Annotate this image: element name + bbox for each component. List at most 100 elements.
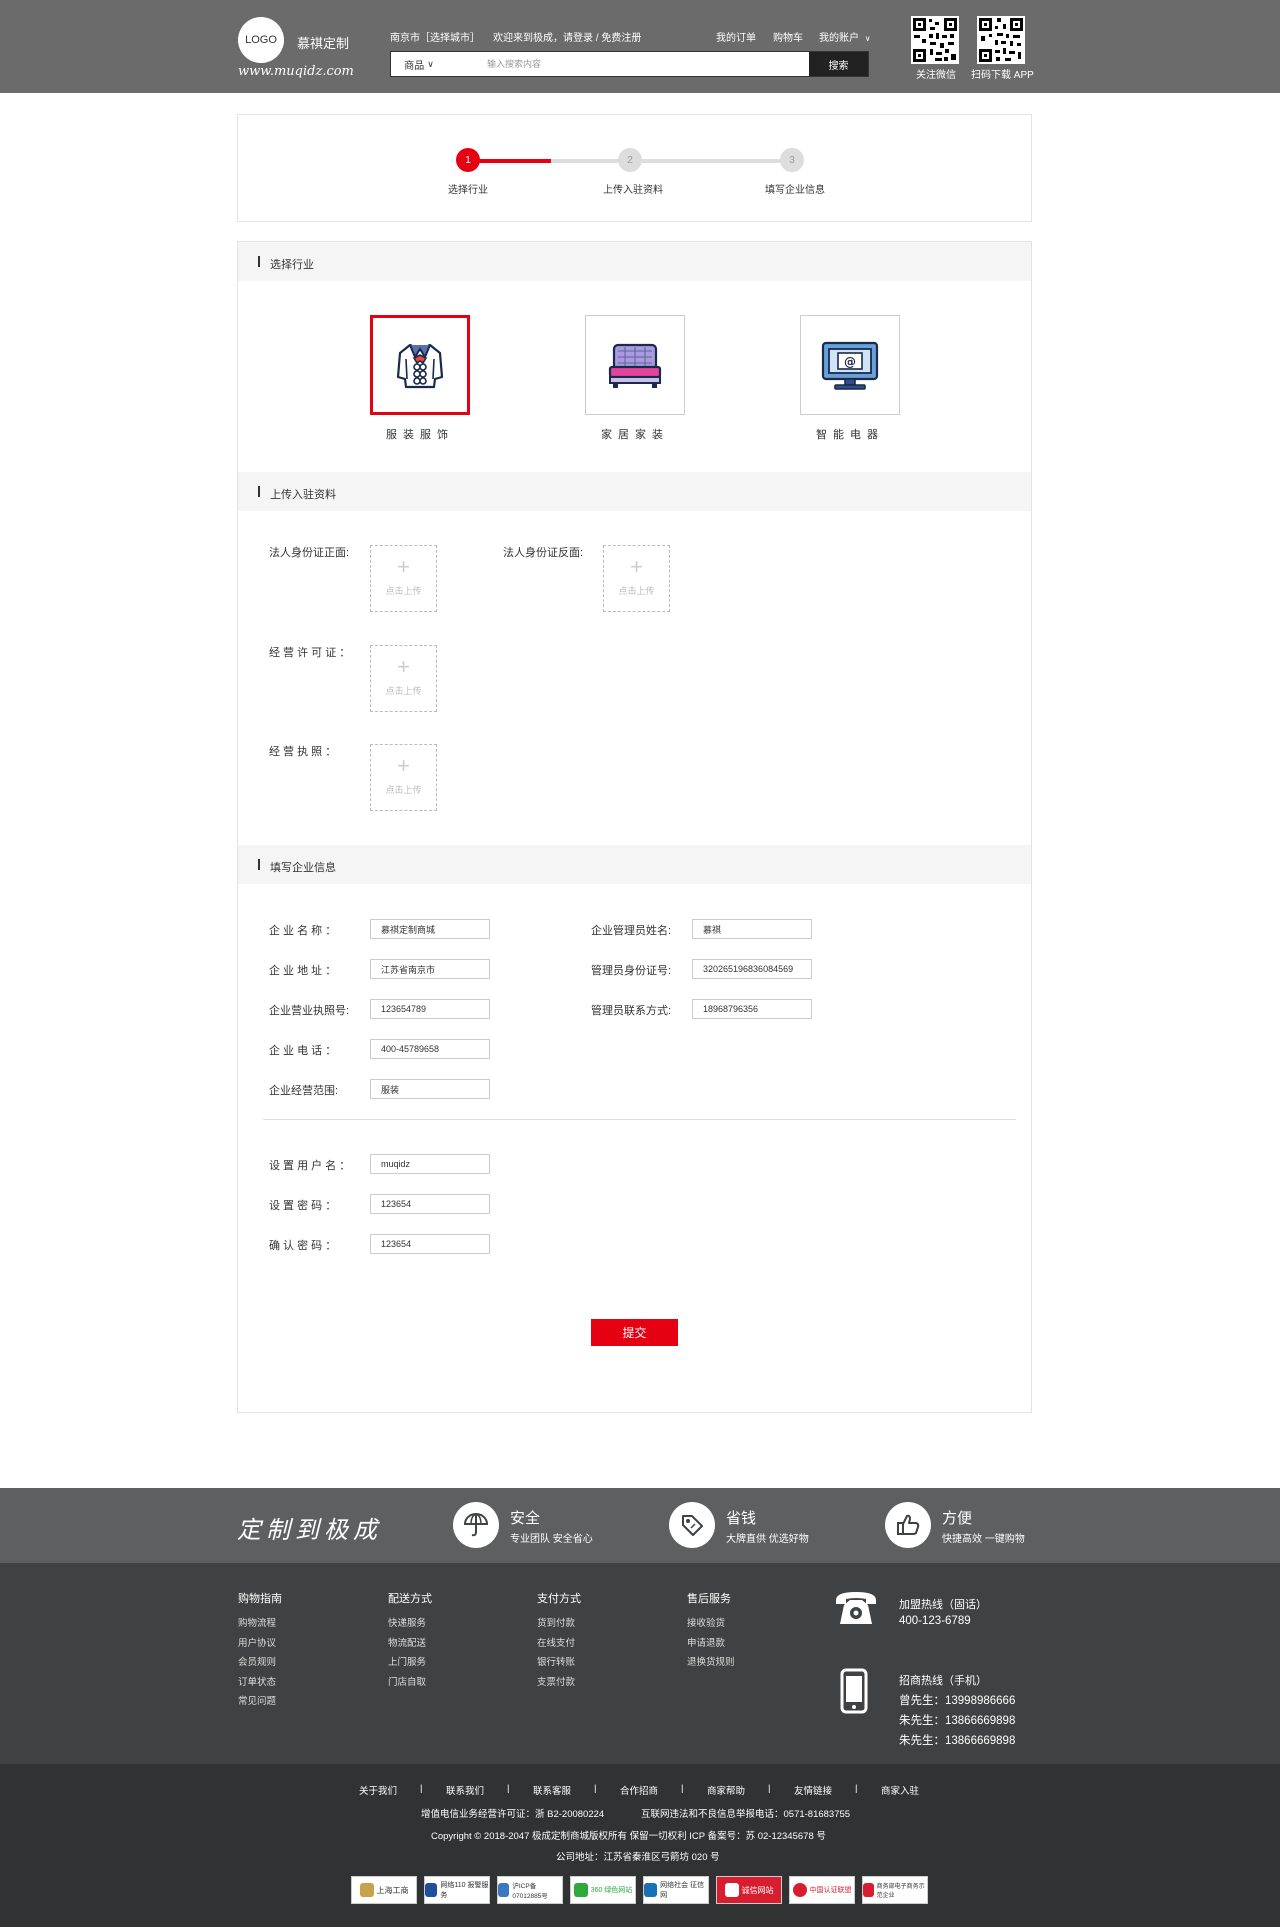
company-phone-label: 企 业 电 话 ： bbox=[269, 1045, 337, 1057]
feature-desc: 专业团队 安全省心 bbox=[510, 1534, 593, 1545]
admin-contact-label: 管理员联系方式: bbox=[591, 1005, 672, 1017]
footer-link[interactable]: 支票付款 bbox=[537, 1674, 575, 1688]
footer-link[interactable]: 物流配送 bbox=[388, 1635, 426, 1649]
confirm-password-input[interactable] bbox=[370, 1234, 490, 1254]
upload-hint: 点击上传 bbox=[385, 785, 422, 795]
industry-option-appliances[interactable]: @ bbox=[800, 315, 900, 415]
industry-label-home: 家居家装 bbox=[601, 429, 669, 441]
step-2-label: 上传入驻资料 bbox=[603, 185, 663, 196]
cart-link[interactable]: 购物车 bbox=[773, 29, 803, 44]
admin-contact-input[interactable] bbox=[692, 999, 812, 1019]
footer-link[interactable]: 上门服务 bbox=[388, 1654, 426, 1668]
company-name-input[interactable] bbox=[370, 919, 490, 939]
plus-icon: + bbox=[397, 554, 410, 579]
footer-link-about[interactable]: 关于我们 bbox=[359, 1783, 397, 1797]
admin-id-input[interactable] bbox=[692, 959, 812, 979]
password-input[interactable] bbox=[370, 1194, 490, 1214]
badge-label: 商务部电子商务示范企业 bbox=[876, 1884, 925, 1899]
operating-permit-label: 经 营 许 可 证 ： bbox=[269, 647, 351, 659]
badge-label: 中国认证联盟 bbox=[809, 1887, 852, 1894]
star-icon bbox=[863, 1883, 874, 1897]
login-register-link[interactable]: 欢迎来到极成，请登录 / 免费注册 bbox=[493, 29, 641, 44]
business-scope-input[interactable] bbox=[370, 1079, 490, 1099]
svg-text:@: @ bbox=[844, 355, 856, 369]
section-title: 选择行业 bbox=[270, 259, 314, 271]
footer-col-title: 配送方式 bbox=[388, 1593, 432, 1605]
badge-ecommerce-demo[interactable]: 商务部电子商务示范企业 bbox=[862, 1876, 928, 1904]
footer-link[interactable]: 快递服务 bbox=[388, 1615, 426, 1629]
footer-link-help[interactable]: 商家帮助 bbox=[707, 1783, 745, 1797]
upload-id-back[interactable]: + 点击上传 bbox=[603, 545, 670, 612]
search-input[interactable] bbox=[447, 52, 809, 76]
username-input[interactable] bbox=[370, 1154, 490, 1174]
mobile-hotline-label: 招商热线（手机） bbox=[899, 1675, 987, 1687]
progress-fill bbox=[470, 159, 551, 163]
license-number-input[interactable] bbox=[370, 999, 490, 1019]
footer-link-merchant[interactable]: 商家入驻 bbox=[881, 1783, 919, 1797]
footer-link[interactable]: 订单状态 bbox=[238, 1674, 276, 1688]
step-3-label: 填写企业信息 bbox=[765, 185, 825, 196]
footer-link-friends[interactable]: 友情链接 bbox=[794, 1783, 832, 1797]
my-account-menu[interactable]: 我的账户 ∨ bbox=[819, 29, 871, 44]
footer-col-title: 购物指南 bbox=[238, 1593, 282, 1605]
badge-cert-alliance[interactable]: 中国认证联盟 bbox=[789, 1876, 855, 1904]
feature-title: 省钱 bbox=[726, 1510, 757, 1527]
price-tag-icon bbox=[669, 1502, 715, 1548]
badge-label: 网络社会 征信网 bbox=[660, 1882, 705, 1899]
telephone-icon bbox=[832, 1588, 880, 1631]
footer-link-service[interactable]: 联系客服 bbox=[533, 1783, 571, 1797]
footer-link[interactable]: 常见问题 bbox=[238, 1693, 276, 1707]
search-button[interactable]: 搜索 bbox=[809, 52, 868, 76]
industry-option-home[interactable] bbox=[585, 315, 685, 415]
footer-link[interactable]: 申请退款 bbox=[687, 1635, 725, 1649]
company-phone-input[interactable] bbox=[370, 1039, 490, 1059]
footer-links: 购物指南 购物流程 用户协议 会员规则 订单状态 常见问题 配送方式 快递服务 … bbox=[0, 1563, 1280, 1764]
footer-link[interactable]: 货到付款 bbox=[537, 1615, 575, 1629]
upload-operating-permit[interactable]: + 点击上传 bbox=[370, 645, 437, 712]
footer-col-title: 售后服务 bbox=[687, 1593, 731, 1605]
badge-360-green[interactable]: 360 绿色网站 bbox=[570, 1876, 636, 1904]
business-license-label: 经 营 执 照 ： bbox=[269, 746, 337, 758]
chevron-down-icon: ∨ bbox=[864, 34, 871, 43]
check-icon bbox=[573, 1883, 588, 1897]
city-selector[interactable]: 南京市［选择城市］ bbox=[390, 29, 480, 44]
footer-link[interactable]: 退换货规则 bbox=[687, 1654, 735, 1668]
footer-link-partner[interactable]: 合作招商 bbox=[620, 1783, 658, 1797]
badge-credit-network[interactable]: 网络社会 征信网 bbox=[643, 1876, 709, 1904]
logo[interactable]: LOGO bbox=[238, 17, 284, 63]
search-category-select[interactable]: 商品 ∨ bbox=[391, 52, 447, 76]
badge-trusted-site[interactable]: 诚信网站 bbox=[716, 1876, 782, 1904]
badge-police-110[interactable]: 网络110 报警服务 bbox=[424, 1876, 490, 1904]
admin-name-label: 企业管理员姓名: bbox=[591, 925, 672, 937]
footer-link[interactable]: 会员规则 bbox=[238, 1654, 276, 1668]
separator: | bbox=[681, 1783, 684, 1794]
upload-hint: 点击上传 bbox=[618, 586, 655, 596]
footer-link[interactable]: 银行转账 bbox=[537, 1654, 575, 1668]
badge-icp[interactable]: 沪ICP备 07012885号 bbox=[497, 1876, 563, 1904]
industry-option-clothing[interactable] bbox=[370, 315, 470, 415]
my-orders-link[interactable]: 我的订单 bbox=[716, 29, 756, 44]
footer-link[interactable]: 接收验货 bbox=[687, 1615, 725, 1629]
footer-link[interactable]: 用户协议 bbox=[238, 1635, 276, 1649]
separator: | bbox=[420, 1783, 423, 1794]
badge-shanghai-business[interactable]: 上海工商 bbox=[351, 1876, 417, 1904]
umbrella-icon bbox=[453, 1502, 499, 1548]
step-1-dot: 1 bbox=[456, 148, 480, 172]
police-icon bbox=[425, 1883, 438, 1897]
footer-link[interactable]: 购物流程 bbox=[238, 1615, 276, 1629]
footer-link[interactable]: 门店自取 bbox=[388, 1674, 426, 1688]
upload-business-license[interactable]: + 点击上传 bbox=[370, 744, 437, 811]
footer-link[interactable]: 在线支付 bbox=[537, 1635, 575, 1649]
confirm-password-label: 确 认 密 码 ： bbox=[269, 1240, 337, 1252]
report-hotline: 互联网违法和不良信息举报电话：0571-81683755 bbox=[641, 1809, 851, 1820]
submit-button[interactable]: 提交 bbox=[591, 1319, 678, 1346]
admin-name-input[interactable] bbox=[692, 919, 812, 939]
company-address-label: 企 业 地 址 ： bbox=[269, 965, 337, 977]
upload-id-front[interactable]: + 点击上传 bbox=[370, 545, 437, 612]
footer-features: 定制到极成 安全 专业团队 安全省心 省钱 大牌直供 优选好物 方便 快捷高效 … bbox=[0, 1488, 1280, 1563]
section-title: 填写企业信息 bbox=[270, 862, 336, 874]
footer-link-contact[interactable]: 联系我们 bbox=[446, 1783, 484, 1797]
upload-hint: 点击上传 bbox=[385, 586, 422, 596]
company-address: 公司地址：江苏省秦淮区弓箭坊 020 号 bbox=[556, 1852, 720, 1863]
company-address-input[interactable] bbox=[370, 959, 490, 979]
